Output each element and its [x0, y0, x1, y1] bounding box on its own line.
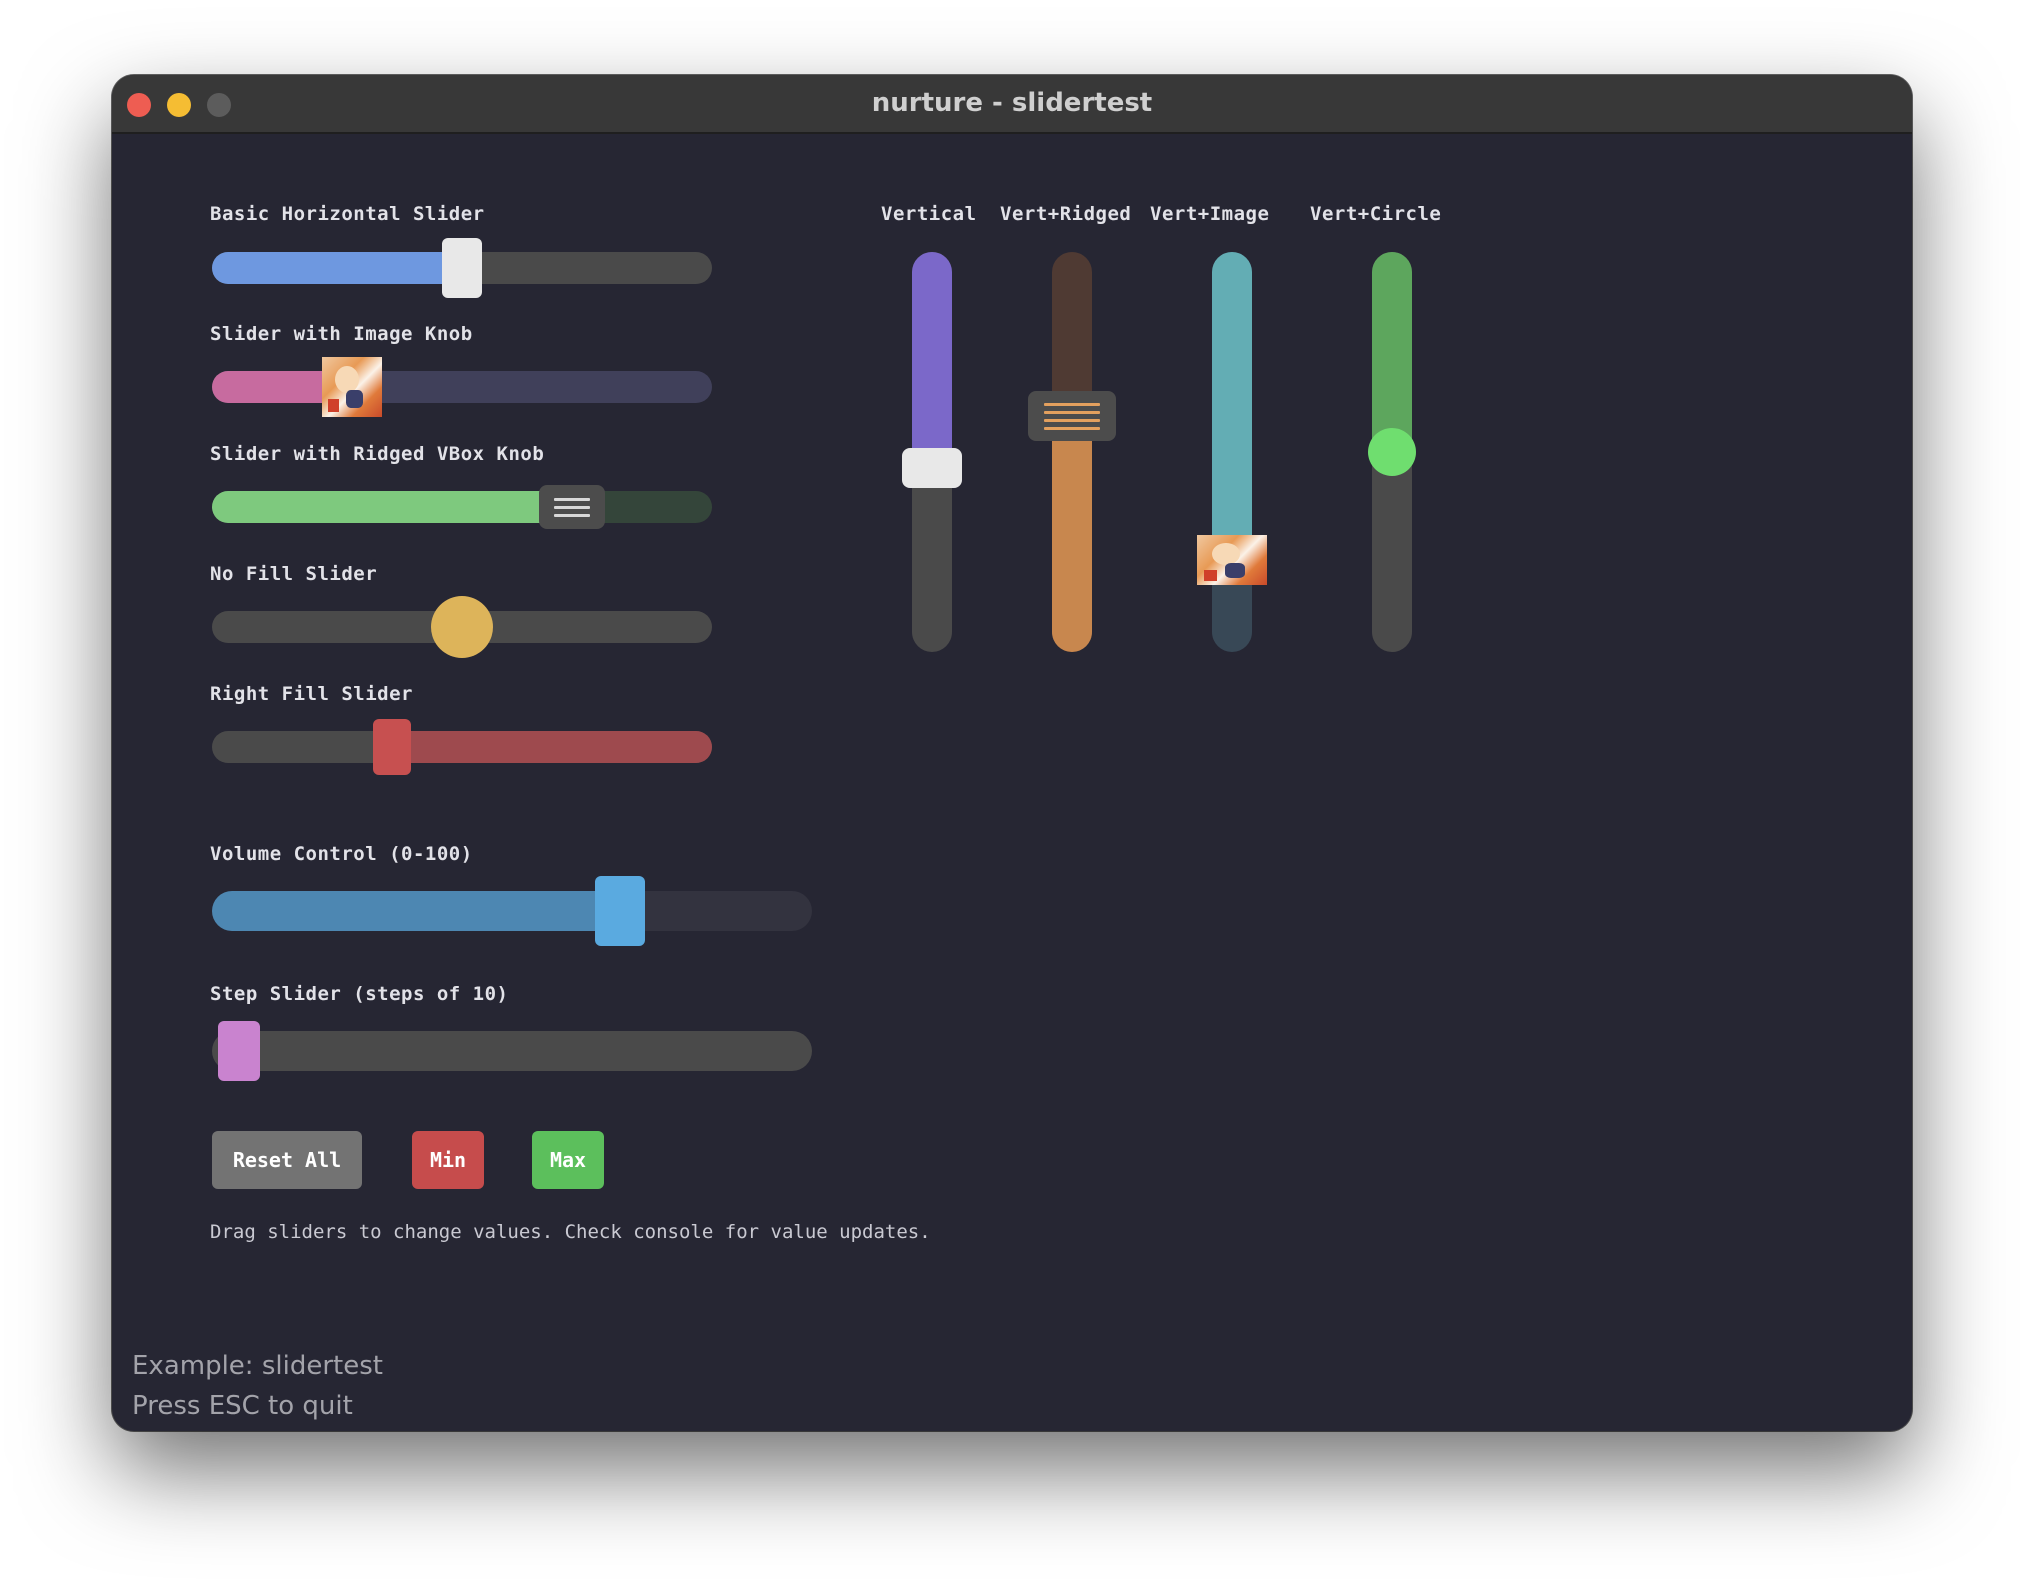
knob-ridge: [1044, 426, 1100, 430]
volume-slider[interactable]: [212, 891, 812, 931]
slider-fill: [1372, 252, 1412, 452]
slider-fill: [392, 731, 712, 763]
slider-fill: [212, 252, 462, 284]
slider-label-basic: Basic Horizontal Slider: [210, 203, 485, 225]
slider-label-right-fill: Right Fill Slider: [210, 683, 413, 705]
quit-hint-text: Press ESC to quit: [132, 1391, 353, 1421]
knob-ridge: [1044, 418, 1100, 422]
slider-fill: [912, 252, 952, 468]
vertical-image-slider[interactable]: [1212, 252, 1252, 652]
right-fill-slider[interactable]: [212, 731, 712, 763]
knob-ridge: [1044, 410, 1100, 414]
slider-label-volume: Volume Control (0-100): [210, 843, 473, 865]
slider-knob[interactable]: [902, 448, 962, 488]
step-slider[interactable]: [212, 1031, 812, 1071]
instruction-text: Drag sliders to change values. Check con…: [210, 1221, 931, 1243]
slider-knob[interactable]: [218, 1021, 260, 1081]
ridged-knob[interactable]: [539, 485, 605, 529]
max-button[interactable]: Max: [532, 1131, 604, 1189]
ridged-knob[interactable]: [1028, 391, 1116, 441]
slider-label-step: Step Slider (steps of 10): [210, 983, 509, 1005]
vslider-label-vertical: Vertical: [881, 203, 977, 225]
slider-fill: [1212, 252, 1252, 560]
knob-ridge: [1044, 402, 1100, 406]
app-window: nurture - slidertest Basic Horizontal Sl…: [112, 75, 1912, 1431]
window-title: nurture - slidertest: [871, 88, 1153, 118]
slider-label-ridged-knob: Slider with Ridged VBox Knob: [210, 443, 545, 465]
vslider-label-ridged: Vert+Ridged: [1000, 203, 1132, 225]
image-knob[interactable]: [1197, 535, 1267, 585]
image-knob[interactable]: [322, 357, 382, 417]
knob-ridge: [554, 505, 590, 509]
slider-knob[interactable]: [373, 719, 411, 775]
reset-all-button[interactable]: Reset All: [212, 1131, 362, 1189]
min-button[interactable]: Min: [412, 1131, 484, 1189]
circle-knob[interactable]: [1368, 428, 1416, 476]
slider-fill: [1052, 416, 1092, 652]
slider-label-no-fill: No Fill Slider: [210, 563, 378, 585]
slider-fill: [212, 491, 572, 523]
vslider-label-circle: Vert+Circle: [1310, 203, 1442, 225]
knob-ridge: [554, 497, 590, 501]
title-bar: nurture - slidertest: [112, 75, 1912, 134]
slider-label-image-knob: Slider with Image Knob: [210, 323, 473, 345]
knob-ridge: [554, 513, 590, 517]
slider-fill: [212, 891, 620, 931]
slider-knob[interactable]: [442, 238, 482, 298]
circle-knob[interactable]: [431, 596, 493, 658]
vertical-ridged-slider[interactable]: [1052, 252, 1092, 652]
slider-knob[interactable]: [595, 876, 645, 946]
vslider-label-image: Vert+Image: [1150, 203, 1270, 225]
image-knob-slider[interactable]: [212, 371, 712, 403]
example-name-text: Example: slidertest: [132, 1351, 383, 1381]
ridged-knob-slider[interactable]: [212, 491, 712, 523]
